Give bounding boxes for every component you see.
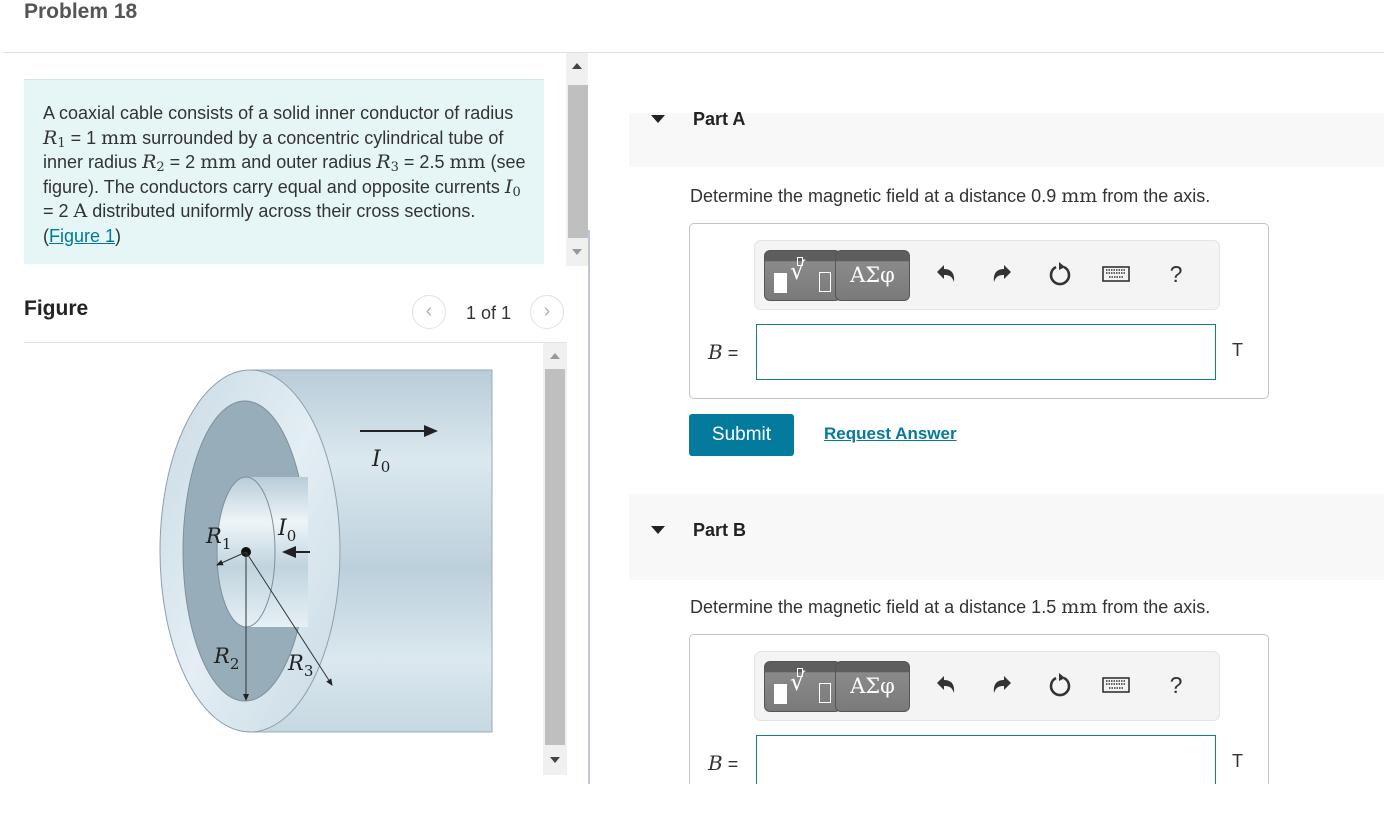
figure-counter: 1 of 1: [466, 303, 512, 323]
redo-icon[interactable]: [987, 259, 1017, 289]
scroll-down-arrow-icon[interactable]: [572, 249, 582, 255]
caret-down-icon[interactable]: [651, 526, 665, 534]
r1-symbol: R1: [43, 126, 66, 151]
scrollbar-thumb[interactable]: [568, 85, 588, 238]
redo-icon[interactable]: [987, 670, 1017, 700]
math-toolbar: √ ΑΣφ ?: [754, 240, 1220, 310]
figure-link[interactable]: Figure 1: [49, 226, 115, 246]
viewport-bottom-blank: [0, 784, 1384, 826]
figure-prev-button[interactable]: ‹: [412, 295, 446, 329]
chevron-left-icon: ‹: [425, 300, 433, 322]
unit-label: T: [1232, 340, 1243, 360]
left-pane: A coaxial cable consists of a solid inne…: [0, 53, 590, 784]
math-toolbar: √ ΑΣφ ?: [754, 651, 1220, 721]
r1-unit: mm: [101, 126, 138, 149]
part-a-answer-input[interactable]: [756, 324, 1216, 380]
greek-symbols-button[interactable]: ΑΣφ: [835, 250, 910, 301]
keyboard-icon[interactable]: [1101, 259, 1131, 289]
r3-symbol: R3: [376, 151, 399, 175]
problem-statement-box: A coaxial cable consists of a solid inne…: [24, 79, 544, 264]
part-a-answer-box: √ ΑΣφ ? B = T: [689, 223, 1269, 399]
part-b-answer-input[interactable]: [756, 735, 1216, 785]
problem-text-part: A coaxial cable consists of a solid inne…: [43, 103, 514, 123]
problem-statement: A coaxial cable consists of a solid inne…: [43, 101, 533, 248]
figure-heading: Figure: [24, 297, 89, 320]
i0-unit: A: [73, 200, 88, 222]
greek-symbols-button[interactable]: ΑΣφ: [835, 661, 910, 712]
r2-unit: mm: [200, 151, 237, 173]
i0-symbol: I0: [504, 175, 521, 200]
pane-resize-divider[interactable]: [588, 230, 590, 784]
i0-value: = 2: [43, 201, 74, 221]
r1-value: = 1: [65, 127, 102, 148]
part-a-question: Determine the magnetic field at a distan…: [690, 185, 1211, 207]
scrollbar-thumb[interactable]: [545, 369, 565, 745]
part-b-question: Determine the magnetic field at a distan…: [690, 596, 1211, 618]
scroll-up-arrow-icon[interactable]: [572, 63, 582, 69]
scroll-down-arrow-icon[interactable]: [550, 757, 560, 763]
part-a-header[interactable]: Part A: [629, 109, 1384, 167]
reset-icon[interactable]: [1045, 670, 1075, 700]
unit-label: T: [1232, 751, 1243, 771]
b-label: B =: [708, 340, 739, 364]
figure-scrollbar[interactable]: [543, 343, 567, 775]
part-b-header[interactable]: Part B: [629, 494, 1384, 580]
part-b-title: Part B: [693, 520, 747, 540]
problem-title: Problem 18: [24, 0, 138, 23]
templates-button[interactable]: √: [764, 661, 841, 712]
figure-divider: [24, 342, 567, 343]
coaxial-cable-figure: I0 I0 R1 R2 R3: [159, 369, 493, 733]
caret-down-icon[interactable]: [651, 115, 665, 123]
b-label: B =: [708, 751, 739, 775]
scroll-up-arrow-icon[interactable]: [550, 353, 560, 359]
chevron-right-icon: ›: [543, 300, 551, 322]
problem-text-part: ): [115, 225, 122, 246]
figure-next-button[interactable]: ›: [530, 295, 564, 329]
part-a-title: Part A: [693, 109, 746, 129]
problem-scrollbar[interactable]: [566, 53, 588, 266]
problem-text-part: and outer radius: [236, 152, 377, 172]
request-answer-link[interactable]: Request Answer: [824, 424, 957, 444]
undo-icon[interactable]: [931, 670, 961, 700]
undo-icon[interactable]: [931, 259, 961, 289]
r3-unit: mm: [449, 151, 486, 173]
part-b-answer-box: √ ΑΣφ ? B = T: [689, 634, 1269, 785]
r3-value: = 2.5: [398, 152, 450, 172]
submit-button[interactable]: Submit: [689, 414, 794, 456]
help-button[interactable]: ?: [1161, 670, 1191, 700]
templates-button[interactable]: √: [764, 250, 841, 301]
reset-icon[interactable]: [1045, 259, 1075, 289]
help-button[interactable]: ?: [1161, 259, 1191, 289]
r2-symbol: R2: [142, 151, 165, 175]
r2-value: = 2: [164, 152, 201, 172]
keyboard-icon[interactable]: [1101, 670, 1131, 700]
